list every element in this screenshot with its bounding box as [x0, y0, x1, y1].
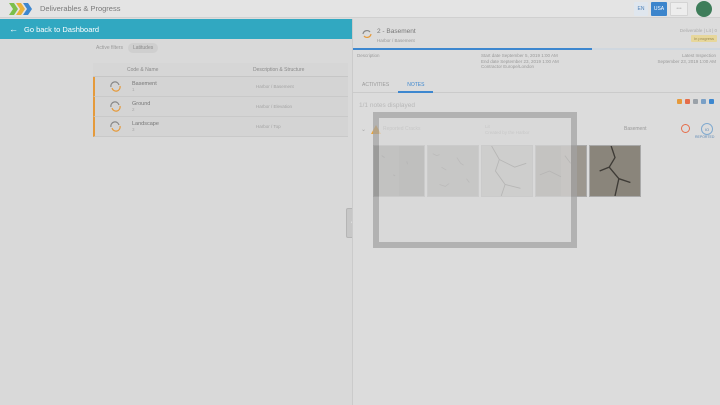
table-row[interactable]: Ground 2 Harbor / Elevation [93, 97, 348, 117]
progress-cycle-icon [110, 121, 121, 132]
note-type-filter-icon[interactable] [685, 99, 690, 104]
row-code: Landscape 3 [132, 121, 256, 132]
detail-breadcrumb: Harbor / Basement [377, 38, 415, 43]
meta-dates: Start date September 5, 2019 1:00 AM End… [481, 53, 559, 70]
language-button[interactable]: EN [634, 2, 648, 16]
back-to-dashboard-button[interactable]: ← Go back to Dashboard [0, 19, 352, 39]
detail-type: Deliverable | Lit | 0 [679, 28, 717, 33]
user-avatar[interactable] [696, 1, 712, 17]
arrow-left-icon: ← [9, 24, 18, 34]
note-type-filter-icon[interactable] [693, 99, 698, 104]
row-subtitle: 1 [132, 87, 135, 92]
row-code: Basement 1 [132, 81, 256, 92]
note-type-filter-icon[interactable] [709, 99, 714, 104]
detail-title: 2 - Basement [377, 28, 416, 35]
status-circle-icon [681, 124, 690, 133]
row-description: Harbor / Top [256, 124, 281, 129]
note-type-filter-icon[interactable] [701, 99, 706, 104]
column-header-code[interactable]: Code & Name [93, 67, 253, 73]
left-panel: ← Go back to Dashboard Active filters La… [0, 19, 352, 405]
note-title: Reported Cracks [383, 126, 421, 132]
photo-strip [373, 145, 641, 197]
top-bar: Deliverables & Progress EN USA ••• [0, 0, 720, 18]
row-subtitle: 2 [132, 107, 135, 112]
progress-fill [353, 48, 593, 50]
progress-cycle-icon [110, 81, 121, 92]
note-created-by: Created by the Harbor [485, 129, 530, 135]
region-button[interactable]: USA [651, 2, 667, 16]
crack-photo[interactable] [535, 145, 587, 197]
progress-cycle-icon [110, 101, 121, 112]
detail-tabs: ACTIVITIES NOTES [353, 77, 720, 93]
meta-start-date: Start date September 5, 2019 1:00 AM [481, 53, 558, 58]
tab-notes[interactable]: NOTES [398, 77, 434, 93]
warning-icon [371, 125, 381, 134]
notes-count: 1/1 notes displayed [359, 102, 416, 109]
deliverables-table: Code & Name Description & Structure Base… [93, 63, 348, 137]
app-logo-icon[interactable] [9, 3, 33, 15]
crack-photo[interactable] [373, 145, 425, 197]
note-user-label: REPORTED [695, 135, 715, 139]
progress-bar [353, 48, 720, 50]
right-panel: 2 - Basement Harbor / Basement Deliverab… [352, 19, 720, 405]
note-created: Lit Created by the Harbor [485, 124, 530, 135]
back-label: Go back to Dashboard [24, 24, 100, 34]
progress-cycle-icon [362, 30, 372, 38]
detail-header: 2 - Basement Harbor / Basement Deliverab… [353, 19, 720, 49]
chevron-down-icon[interactable]: ⌄ [361, 126, 366, 133]
filter-chip[interactable]: Latitudes [127, 43, 159, 53]
filter-row: Active filters Latitudes [96, 43, 159, 53]
table-header: Code & Name Description & Structure [93, 63, 348, 77]
app-title: Deliverables & Progress [40, 4, 121, 13]
row-description: Harbor / Basement [256, 84, 294, 89]
crack-photo[interactable] [481, 145, 533, 197]
meta-description-label: Description [357, 53, 380, 58]
column-header-description[interactable]: Description & Structure [253, 67, 348, 73]
filter-label: Active filters [96, 45, 123, 51]
more-button[interactable]: ••• [670, 2, 688, 16]
table-row[interactable]: Basement 1 Harbor / Basement [93, 77, 348, 97]
crack-photo[interactable] [427, 145, 479, 197]
meta-description: Description [357, 53, 380, 59]
note-type-filters [677, 99, 714, 104]
meta-contractor: Contractor Europe/London [481, 64, 535, 69]
crack-photo[interactable] [589, 145, 641, 197]
table-row[interactable]: Landscape 3 Harbor / Top [93, 117, 348, 137]
status-badge: In progress [690, 35, 717, 42]
note-user-avatar[interactable]: IO [701, 123, 713, 135]
note-type-filter-icon[interactable] [677, 99, 682, 104]
row-subtitle: 3 [132, 127, 135, 132]
note-item[interactable]: ⌄ Reported Cracks Lit Created by the Har… [359, 123, 714, 139]
meta-inspection-date: September 23, 2019 1:00 AM [657, 58, 716, 64]
tab-activities[interactable]: ACTIVITIES [353, 77, 398, 93]
meta-inspection: Latest Inspection September 23, 2019 1:0… [657, 53, 716, 64]
row-description: Harbor / Elevation [256, 104, 293, 109]
row-code: Ground 2 [132, 101, 256, 112]
note-location: Basement [624, 126, 647, 132]
